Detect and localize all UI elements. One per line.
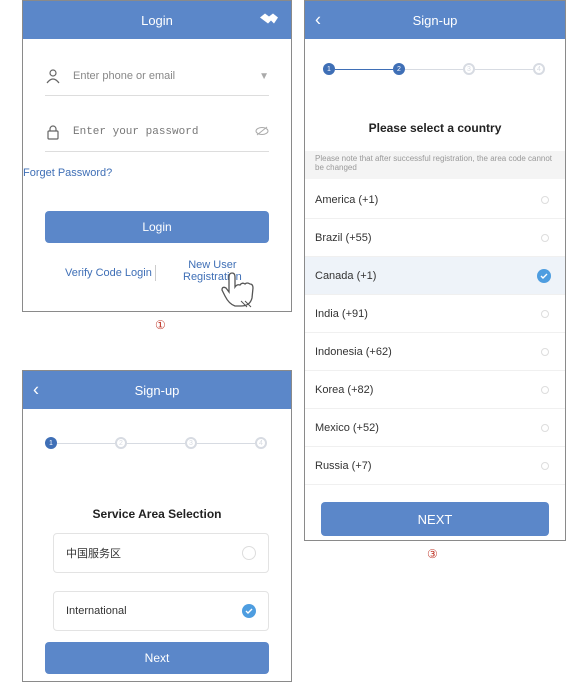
step-line (57, 442, 115, 444)
country-row[interactable]: America (+1) (305, 181, 565, 219)
country-row[interactable]: Indonesia (+62) (305, 333, 565, 371)
signup-country-header: ‹ Sign-up (305, 1, 565, 39)
eye-hidden-icon[interactable] (255, 126, 269, 139)
step-marker-1: ① (155, 318, 166, 332)
back-arrow-icon[interactable]: ‹ (315, 10, 321, 31)
option-international[interactable]: International (53, 591, 269, 631)
next-button[interactable]: Next (45, 642, 269, 674)
forget-password-link[interactable]: Forget Password? (23, 167, 112, 179)
shake-hand-icon[interactable] (259, 12, 279, 29)
password-field[interactable]: Enter your password (45, 113, 269, 152)
verify-code-login-link[interactable]: Verify Code Login (65, 267, 152, 279)
lock-icon (47, 125, 59, 140)
step-line (335, 68, 393, 70)
country-label: Korea (+82) (315, 383, 374, 396)
country-label: India (+91) (315, 307, 368, 320)
country-label: America (+1) (315, 193, 379, 206)
country-label: Indonesia (+62) (315, 345, 392, 358)
step-dot-1: 1 (323, 63, 335, 75)
step-line (127, 442, 185, 444)
radio-off-icon (541, 309, 549, 318)
step-dot-2: 2 (115, 437, 127, 449)
country-row[interactable]: Russia (+7) (305, 447, 565, 485)
step-dot-3: 3 (185, 437, 197, 449)
login-panel: Login Enter phone or email ▼ Enter your … (22, 0, 292, 312)
radio-off-icon (541, 233, 549, 242)
signup-area-header: ‹ Sign-up (23, 371, 291, 409)
step-line (405, 68, 463, 70)
country-row[interactable]: Korea (+82) (305, 371, 565, 409)
progress-steps: 1 2 3 4 (323, 63, 545, 75)
back-arrow-icon[interactable]: ‹ (33, 380, 39, 401)
step-marker-3: ③ (427, 547, 438, 561)
radio-off-icon (541, 385, 549, 394)
radio-off-icon (541, 423, 549, 432)
area-code-note: Please note that after successful regist… (305, 151, 565, 179)
progress-steps: 1 2 3 4 (45, 437, 267, 449)
radio-off-icon (541, 461, 549, 470)
signup-country-title: Sign-up (412, 12, 458, 28)
country-row[interactable]: India (+91) (305, 295, 565, 333)
signup-country-panel: ‹ Sign-up 1 2 3 4 Please select a countr… (304, 0, 566, 541)
option-label: 中国服务区 (66, 548, 121, 560)
step-line (475, 68, 533, 70)
country-row[interactable]: Mexico (+52) (305, 409, 565, 447)
step-dot-4: 4 (533, 63, 545, 75)
radio-off-icon (242, 546, 256, 560)
login-title: Login (141, 12, 173, 28)
divider (155, 265, 156, 281)
country-row[interactable]: Brazil (+55) (305, 219, 565, 257)
phone-email-field[interactable]: Enter phone or email ▼ (45, 57, 269, 96)
step-dot-4: 4 (255, 437, 267, 449)
option-china[interactable]: 中国服务区 (53, 533, 269, 573)
service-area-heading: Service Area Selection (92, 507, 222, 521)
country-label: Russia (+7) (315, 459, 372, 472)
country-heading: Please select a country (368, 121, 502, 135)
signup-area-title: Sign-up (134, 382, 180, 398)
step-line (197, 442, 255, 444)
login-button[interactable]: Login (45, 211, 269, 243)
next-button[interactable]: NEXT (321, 502, 549, 536)
step-dot-2: 2 (393, 63, 405, 75)
phone-email-placeholder: Enter phone or email (73, 70, 176, 82)
new-user-line1: New User (188, 259, 237, 271)
password-placeholder: Enter your password (73, 126, 199, 138)
radio-off-icon (541, 195, 549, 204)
country-label: Canada (+1) (315, 269, 377, 282)
country-label: Brazil (+55) (315, 231, 372, 244)
radio-off-icon (541, 347, 549, 356)
step-dot-3: 3 (463, 63, 475, 75)
signup-area-panel: ‹ Sign-up 1 2 3 4 Service Area Selection… (22, 370, 292, 682)
user-icon (46, 69, 60, 84)
checkmark-icon (242, 604, 256, 618)
hand-pointer-icon (219, 271, 261, 311)
checkmark-icon (537, 268, 551, 283)
step-dot-1: 1 (45, 437, 57, 449)
country-row[interactable]: Canada (+1) (305, 257, 565, 295)
option-label: International (66, 605, 127, 617)
login-header: Login (23, 1, 291, 39)
country-label: Mexico (+52) (315, 421, 379, 434)
chevron-down-icon[interactable]: ▼ (259, 71, 269, 82)
